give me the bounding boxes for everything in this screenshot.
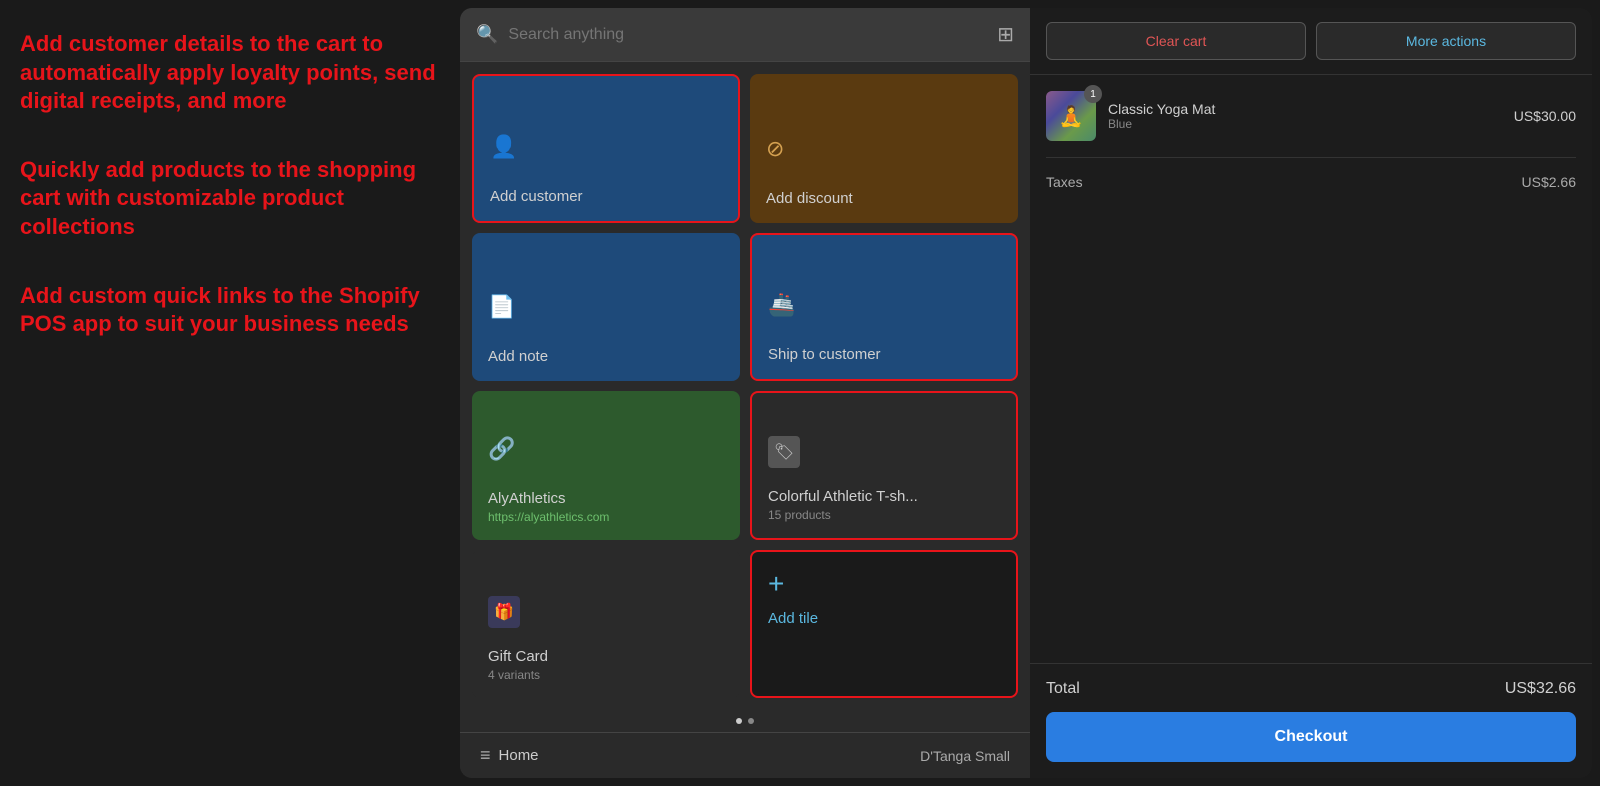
tile-add-note[interactable]: 📄 Add note bbox=[472, 233, 740, 382]
search-bar: 🔍 ⊞ bbox=[460, 8, 1030, 62]
cart-divider bbox=[1046, 157, 1576, 158]
tile-aly-athletics[interactable]: 🔗 AlyAthletics https://alyathletics.com bbox=[472, 391, 740, 540]
pos-main-panel: 🔍 ⊞ 👤 Add customer ⊘ Add discount 📄 Add … bbox=[460, 8, 1030, 778]
cart-header: Clear cart More actions bbox=[1030, 8, 1592, 75]
cart-total-row: Total US$32.66 bbox=[1046, 680, 1576, 698]
tile-add-discount[interactable]: ⊘ Add discount bbox=[750, 74, 1018, 223]
annotation-2: Quickly add products to the shopping car… bbox=[20, 156, 440, 242]
product-icon: 🏷 bbox=[768, 436, 800, 468]
ship-icon: 🚢 bbox=[768, 292, 1000, 318]
tile-ship-to-customer-label: Ship to customer bbox=[768, 346, 1000, 363]
link-icon: 🔗 bbox=[488, 436, 724, 462]
cart-item: 🧘 1 Classic Yoga Mat Blue US$30.00 bbox=[1046, 91, 1576, 141]
tile-add-customer-label: Add customer bbox=[490, 188, 722, 205]
checkout-button[interactable]: Checkout bbox=[1046, 712, 1576, 762]
cart-tax-row: Taxes US$2.66 bbox=[1046, 166, 1576, 198]
item-details: Classic Yoga Mat Blue bbox=[1108, 101, 1502, 131]
item-name: Classic Yoga Mat bbox=[1108, 101, 1502, 117]
item-variant: Blue bbox=[1108, 117, 1502, 131]
pagination-dot-1[interactable] bbox=[736, 718, 742, 724]
tile-colorful-athletic[interactable]: 🏷 Colorful Athletic T-sh... 15 products bbox=[750, 391, 1018, 540]
clear-cart-button[interactable]: Clear cart bbox=[1046, 22, 1306, 60]
nav-home[interactable]: ≡ Home bbox=[480, 745, 539, 766]
tile-colorful-sublabel: 15 products bbox=[768, 508, 1000, 522]
item-quantity-badge: 1 bbox=[1084, 85, 1102, 103]
discount-icon: ⊘ bbox=[766, 136, 1002, 162]
pos-container: 🔍 ⊞ 👤 Add customer ⊘ Add discount 📄 Add … bbox=[460, 8, 1592, 778]
tile-add-customer[interactable]: 👤 Add customer bbox=[472, 74, 740, 223]
tiles-grid: 👤 Add customer ⊘ Add discount 📄 Add note… bbox=[460, 62, 1030, 710]
tile-gift-sublabel: 4 variants bbox=[488, 668, 724, 682]
more-actions-button[interactable]: More actions bbox=[1316, 22, 1576, 60]
nav-store-label: D'Tanga Small bbox=[920, 748, 1010, 764]
tile-add-note-label: Add note bbox=[488, 348, 724, 365]
gift-icon: 🎁 bbox=[488, 596, 520, 628]
item-price: US$30.00 bbox=[1514, 108, 1576, 124]
tile-aly-athletics-url: https://alyathletics.com bbox=[488, 510, 724, 524]
tile-ship-to-customer[interactable]: 🚢 Ship to customer bbox=[750, 233, 1018, 382]
tile-add-tile[interactable]: + Add tile bbox=[750, 550, 1018, 699]
cart-panel: Clear cart More actions 🧘 1 Classic Yoga… bbox=[1030, 8, 1592, 778]
product-image: 🧘 1 bbox=[1046, 91, 1096, 141]
cart-items: 🧘 1 Classic Yoga Mat Blue US$30.00 Taxes… bbox=[1030, 75, 1592, 663]
tile-add-discount-label: Add discount bbox=[766, 190, 1002, 207]
person-icon: 👤 bbox=[490, 134, 722, 160]
annotations-panel: Add customer details to the cart to auto… bbox=[0, 0, 460, 786]
tile-add-tile-label: Add tile bbox=[768, 610, 818, 627]
hamburger-icon: ≡ bbox=[480, 745, 491, 766]
taxes-value: US$2.66 bbox=[1522, 174, 1576, 190]
cart-footer: Total US$32.66 Checkout bbox=[1030, 663, 1592, 778]
pagination-dot-2[interactable] bbox=[748, 718, 754, 724]
bottom-nav: ≡ Home D'Tanga Small bbox=[460, 732, 1030, 778]
annotation-3: Add custom quick links to the Shopify PO… bbox=[20, 282, 440, 339]
pagination bbox=[460, 710, 1030, 732]
tile-gift-label: Gift Card bbox=[488, 648, 724, 665]
nav-home-label: Home bbox=[499, 747, 539, 764]
search-icon: 🔍 bbox=[476, 24, 498, 45]
search-input[interactable] bbox=[508, 26, 987, 44]
barcode-icon: ⊞ bbox=[997, 22, 1014, 47]
plus-icon: + bbox=[768, 568, 784, 600]
annotation-1: Add customer details to the cart to auto… bbox=[20, 30, 440, 116]
tile-colorful-label: Colorful Athletic T-sh... bbox=[768, 488, 1000, 505]
tile-gift-card[interactable]: 🎁 Gift Card 4 variants bbox=[472, 550, 740, 699]
note-icon: 📄 bbox=[488, 294, 724, 320]
tile-aly-athletics-label: AlyAthletics bbox=[488, 490, 724, 507]
taxes-label: Taxes bbox=[1046, 174, 1083, 190]
total-value: US$32.66 bbox=[1505, 680, 1576, 698]
total-label: Total bbox=[1046, 680, 1080, 698]
